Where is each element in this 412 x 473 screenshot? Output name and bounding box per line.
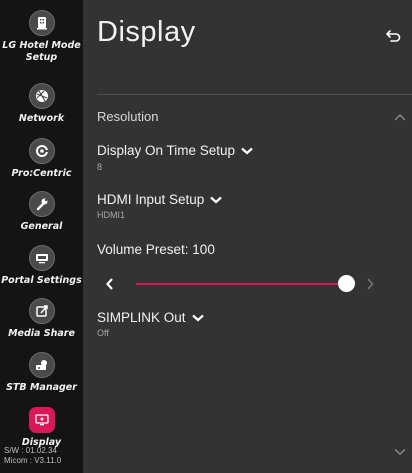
sidebar-item-network[interactable]: Network [0,83,83,125]
sidebar-item-label: Pro:Centric [11,168,72,179]
display-on-time-value: 8 [97,162,103,172]
hdmi-input-label: HDMI Input Setup [97,192,205,207]
volume-preset-label: Volume Preset: 100 [97,242,215,257]
sidebar-item-label: Portal Settings [1,275,82,286]
page-title: Display [97,16,196,48]
chevron-up-icon[interactable] [394,113,406,121]
stb-icon [28,352,55,378]
sidebar-item-display[interactable]: Display [0,407,83,449]
sidebar-item-label: Media Share [8,328,75,339]
hdmi-input-dropdown[interactable]: HDMI Input Setup [97,192,223,207]
chevron-left-icon[interactable] [105,277,115,291]
sw-version: S/W : 01.02.34 [4,446,57,455]
sidebar-item-label: General [20,221,63,232]
sidebar-item-portal-settings[interactable]: Portal Settings [0,245,83,287]
software-version-info: S/W : 01.02.34 Micom : V3.11.0 [4,446,61,466]
chevron-down-icon [241,147,253,154]
chevron-right-icon[interactable] [365,277,375,291]
procentric-icon [28,138,55,164]
chevron-down-icon [191,314,204,321]
simplink-out-dropdown[interactable]: SIMPLINK Out [97,310,204,325]
sidebar-item-stb-manager[interactable]: STB Manager [0,352,83,394]
sidebar-item-label: STB Manager [6,382,77,393]
media-share-icon [28,298,55,324]
volume-slider[interactable] [97,272,397,296]
header-divider [97,94,412,95]
hdmi-input-value: HDMI1 [97,210,126,220]
volume-preset-text: Volume Preset: 100 [97,242,215,257]
volume-slider-track[interactable] [136,283,346,285]
sidebar-item-hotel-mode[interactable]: LG Hotel Mode Setup [0,10,83,64]
section-title-resolution[interactable]: Resolution [97,109,158,124]
sidebar-item-procentric[interactable]: Pro:Centric [0,138,83,180]
portal-icon [28,245,55,271]
sidebar: LG Hotel Mode Setup Network Pro:Centric … [0,0,83,473]
simplink-out-value: Off [97,328,109,338]
hotel-icon [28,10,55,36]
wrench-icon [28,191,55,217]
sidebar-item-label: LG Hotel Mode Setup [2,40,81,63]
display-on-time-label: Display On Time Setup [97,143,236,158]
sidebar-item-media-share[interactable]: Media Share [0,298,83,340]
volume-slider-thumb[interactable] [337,275,355,292]
sidebar-item-general[interactable]: General [0,191,83,233]
back-icon[interactable] [385,29,401,43]
chevron-down-icon [210,196,223,203]
chevron-down-icon[interactable] [394,448,406,456]
micom-version: Micom : V3.11.0 [4,456,62,465]
simplink-out-label: SIMPLINK Out [97,310,186,325]
display-on-time-dropdown[interactable]: Display On Time Setup [97,143,253,158]
display-icon [28,407,55,433]
sidebar-item-label: Network [18,113,65,124]
network-icon [28,83,55,109]
